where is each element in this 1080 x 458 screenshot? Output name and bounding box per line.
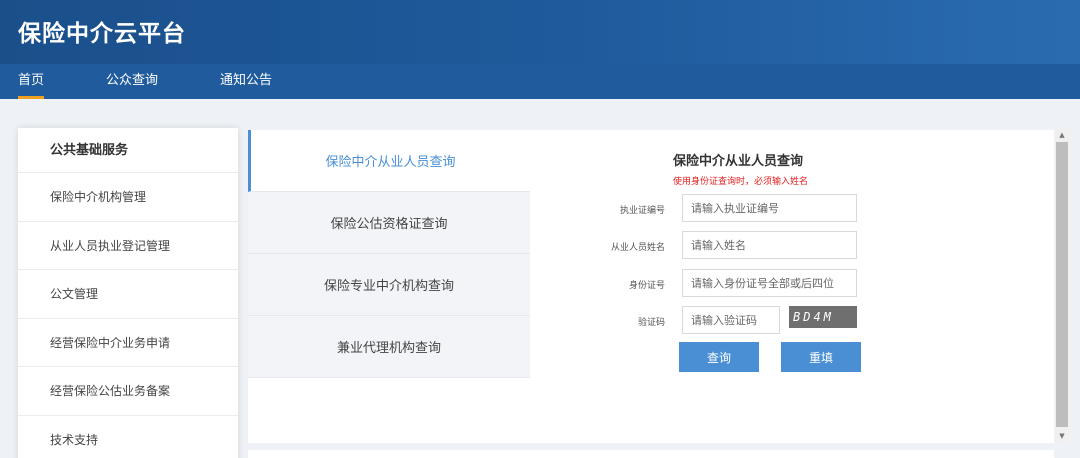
- nav-public-query[interactable]: 公众查询: [106, 64, 158, 99]
- id-number-label: 身份证号: [628, 281, 665, 291]
- tab-part-time-agency-query[interactable]: 兼业代理机构查询: [248, 316, 530, 378]
- tab-practitioner-query[interactable]: 保险中介从业人员查询: [248, 130, 530, 192]
- app-header: 保险中介云平台: [0, 0, 1080, 64]
- scroll-up-icon[interactable]: ▲: [1054, 128, 1070, 142]
- sidebar-item-assessment-business-filing[interactable]: 经营保险公估业务备案: [18, 367, 238, 416]
- sidebar-item-agency-management[interactable]: 保险中介机构管理: [18, 173, 238, 222]
- sidebar-item-agency-business-application[interactable]: 经营保险中介业务申请: [18, 319, 238, 367]
- lower-panel-edge: [248, 450, 1054, 458]
- captcha-label: 验证码: [637, 318, 665, 328]
- query-panel: 保险中介从业人员查询 保险公估资格证查询 保险专业中介机构查询 兼业代理机构查询…: [248, 130, 1054, 443]
- scroll-down-icon[interactable]: ▼: [1054, 429, 1070, 443]
- sidebar-item-documents[interactable]: 公文管理: [18, 270, 238, 319]
- reset-button[interactable]: 重填: [781, 342, 861, 372]
- captcha-image[interactable]: BD4M: [789, 306, 857, 328]
- nav-home[interactable]: 首页: [18, 64, 45, 99]
- captcha-input[interactable]: [682, 306, 780, 334]
- nav-notices[interactable]: 通知公告: [220, 64, 272, 99]
- license-number-label: 执业证编号: [619, 206, 665, 216]
- tab-professional-agency-query[interactable]: 保险专业中介机构查询: [248, 254, 530, 316]
- submit-button[interactable]: 查询: [679, 342, 759, 372]
- main-nav: 首页 公众查询 通知公告: [0, 64, 1080, 99]
- sidebar-heading: 公共基础服务: [18, 128, 238, 173]
- form-note: 使用身份证查询时，必须输入姓名: [673, 177, 809, 187]
- id-number-input[interactable]: [682, 269, 857, 297]
- sidebar: 公共基础服务 保险中介机构管理 从业人员执业登记管理 公文管理 经营保险中介业务…: [18, 128, 238, 458]
- query-tabs: 保险中介从业人员查询 保险公估资格证查询 保险专业中介机构查询 兼业代理机构查询: [248, 130, 530, 378]
- name-label: 从业人员姓名: [610, 243, 665, 253]
- name-input[interactable]: [682, 231, 857, 259]
- form-title: 保险中介从业人员查询: [673, 154, 804, 169]
- license-number-input[interactable]: [682, 194, 857, 222]
- scrollbar-thumb[interactable]: [1056, 142, 1068, 427]
- tab-assessor-certificate-query[interactable]: 保险公估资格证查询: [248, 192, 530, 254]
- sidebar-item-practitioner-registration[interactable]: 从业人员执业登记管理: [18, 222, 238, 270]
- sidebar-item-tech-support[interactable]: 技术支持: [18, 416, 238, 458]
- app-title: 保险中介云平台: [18, 21, 186, 47]
- scrollbar[interactable]: ▲ ▼: [1054, 128, 1070, 443]
